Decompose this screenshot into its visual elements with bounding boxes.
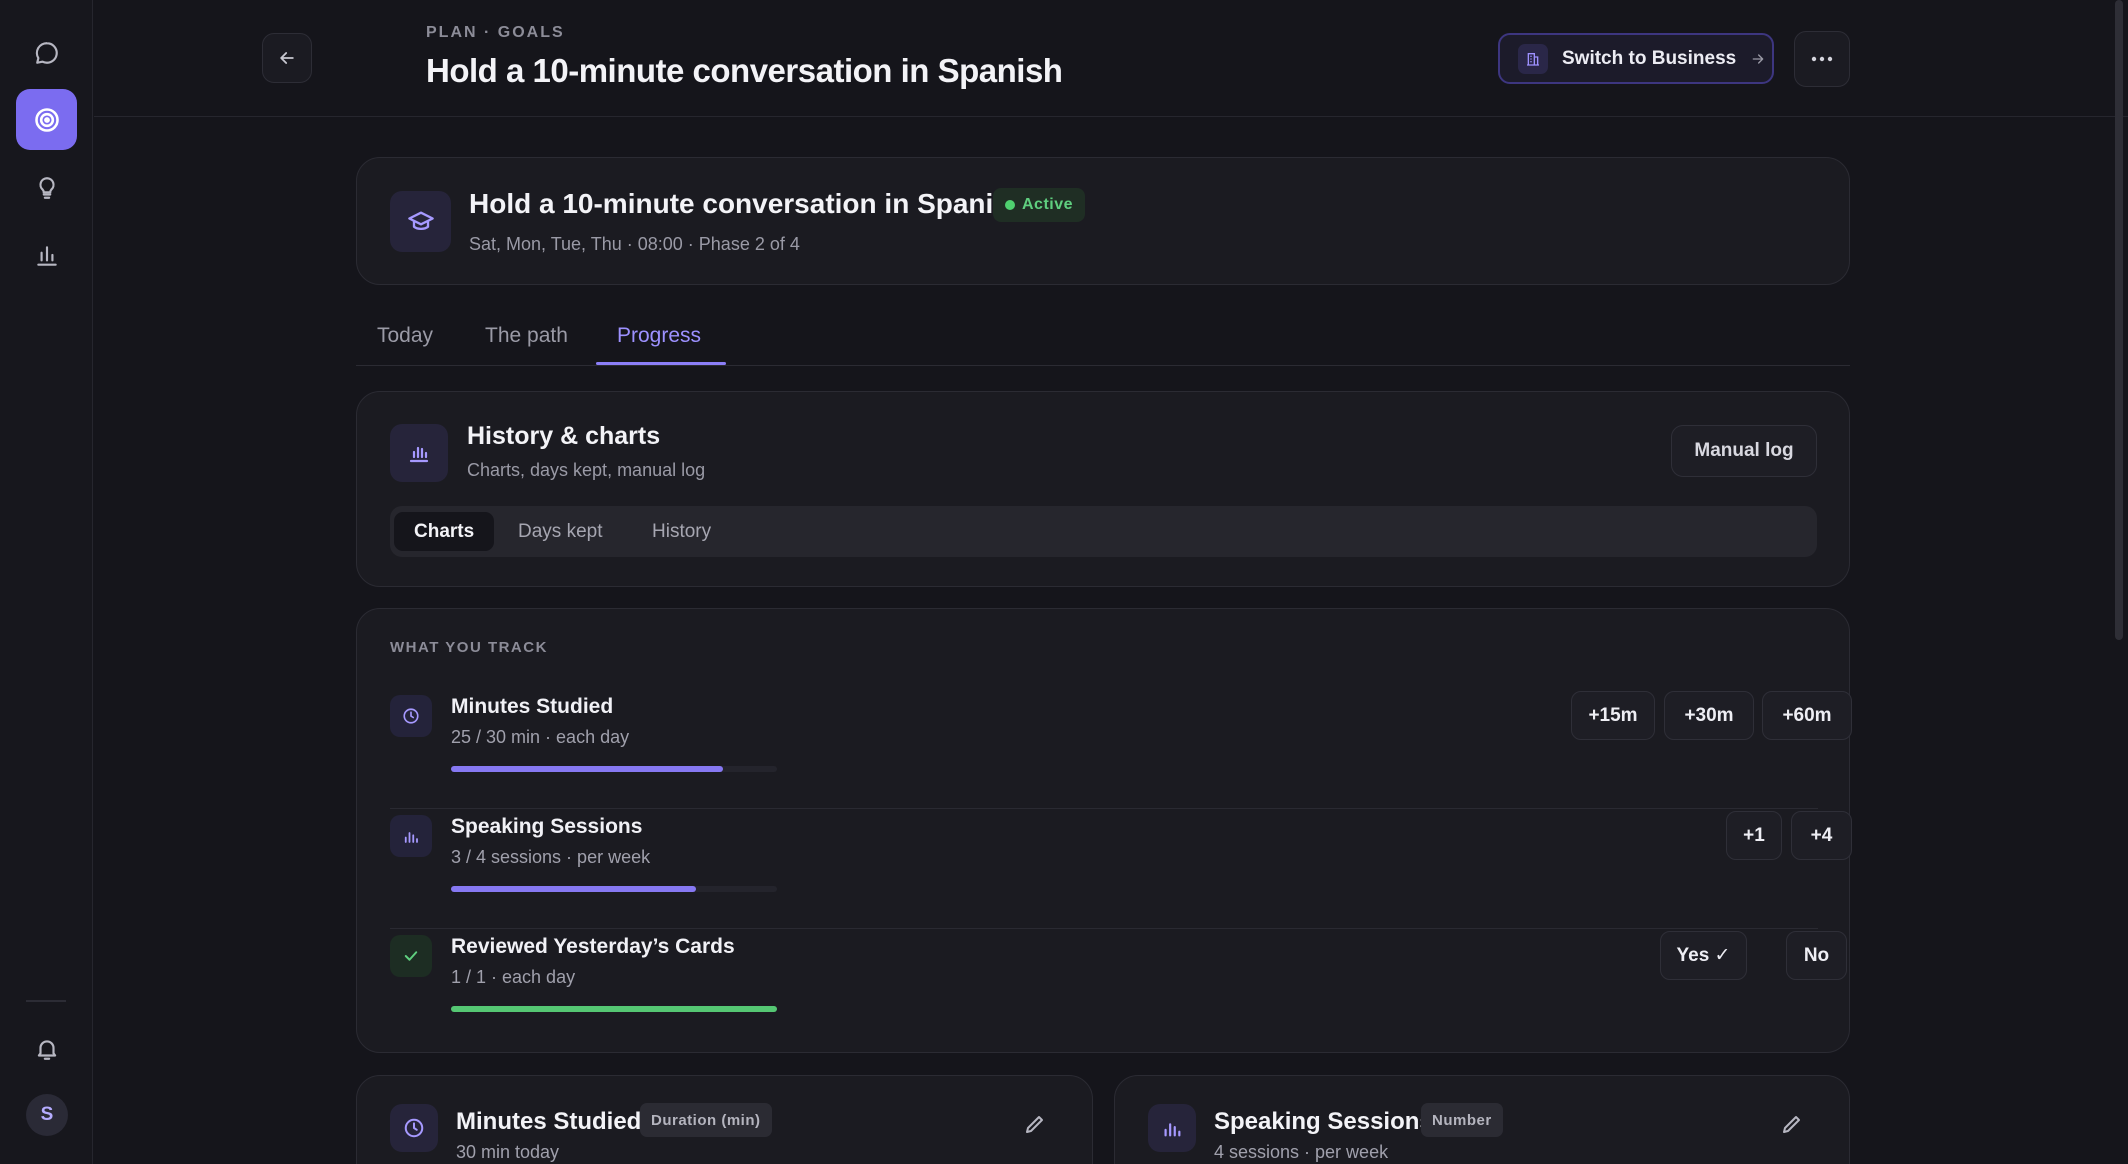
pencil-icon[interactable]: [1780, 1112, 1804, 1136]
metric-title: Reviewed Yesterday’s Cards: [451, 935, 735, 958]
switch-to-business-label: Switch to Business: [1562, 47, 1737, 69]
chat-icon[interactable]: [16, 22, 77, 83]
rail-divider: [26, 1000, 66, 1002]
switch-to-business-button[interactable]: Switch to Business: [1498, 33, 1774, 84]
type-badge: Number: [1421, 1103, 1503, 1137]
avatar[interactable]: S: [26, 1094, 68, 1136]
metric-progress-bar: [451, 766, 777, 772]
metric-row: Minutes Studied 25 / 30 min · each day +…: [390, 689, 1852, 809]
more-dots-icon: [1811, 56, 1833, 62]
breadcrumb: PLAN · GOALS: [426, 24, 565, 41]
segment-history[interactable]: History: [652, 512, 711, 551]
detail-card-title: Minutes Studied: [456, 1108, 642, 1135]
tab-the-path[interactable]: The path: [485, 324, 568, 348]
metric-progress-fill: [451, 1006, 777, 1012]
status-dot-icon: [1005, 200, 1015, 210]
history-title: History & charts: [467, 422, 661, 450]
status-label: Active: [1022, 196, 1074, 213]
building-icon: [1518, 43, 1548, 74]
pencil-icon[interactable]: [1023, 1112, 1047, 1136]
add-4-button[interactable]: +4: [1791, 811, 1852, 860]
metric-title: Minutes Studied: [451, 695, 614, 718]
add-15m-button[interactable]: +15m: [1571, 691, 1655, 740]
clock-icon: [390, 695, 432, 737]
manual-log-button[interactable]: Manual log: [1671, 425, 1817, 477]
active-tab-indicator: [596, 362, 726, 365]
add-30m-button[interactable]: +30m: [1664, 691, 1754, 740]
metric-detail-card: Speaking Sessions Number 4 sessions · pe…: [1114, 1075, 1850, 1164]
segment-days-kept[interactable]: Days kept: [518, 512, 602, 551]
bar-chart-icon: [1148, 1104, 1196, 1152]
metric-row: Speaking Sessions 3 / 4 sessions · per w…: [390, 809, 1852, 929]
no-button[interactable]: No: [1786, 931, 1847, 980]
tab-progress[interactable]: Progress: [617, 324, 701, 348]
arrow-right-icon: [1752, 53, 1764, 64]
metric-progress-fill: [451, 766, 723, 772]
target-icon[interactable]: [16, 89, 77, 150]
detail-card-subtitle: 30 min today: [456, 1142, 560, 1162]
goal-tabs: Today The path Progress: [356, 318, 1850, 366]
bar-chart-icon: [390, 424, 448, 482]
more-options-button[interactable]: [1794, 31, 1850, 87]
metric-subtitle: 25 / 30 min · each day: [451, 727, 630, 747]
scrollbar[interactable]: [2115, 0, 2123, 640]
bell-icon[interactable]: [16, 1018, 77, 1079]
bar-chart-icon[interactable]: [16, 225, 77, 286]
bar-chart-icon: [390, 815, 432, 857]
tab-today[interactable]: Today: [377, 324, 433, 348]
metric-subtitle: 1 / 1 · each day: [451, 967, 576, 987]
history-segmented-control: Charts Days kept History: [390, 506, 1817, 557]
arrow-left-icon: [280, 52, 294, 64]
graduation-cap-icon: [390, 191, 451, 252]
metric-progress-bar: [451, 1006, 777, 1012]
sidebar-rail: S: [0, 0, 93, 1164]
metric-subtitle: 3 / 4 sessions · per week: [451, 847, 651, 867]
history-card: History & charts Charts, days kept, manu…: [356, 391, 1850, 587]
metric-row: Reviewed Yesterday’s Cards 1 / 1 · each …: [390, 929, 1847, 1049]
goal-schedule: Sat, Mon, Tue, Thu · 08:00 · Phase 2 of …: [469, 234, 800, 254]
segment-charts[interactable]: Charts: [394, 512, 495, 551]
clock-icon: [390, 1104, 438, 1152]
add-60m-button[interactable]: +60m: [1762, 691, 1852, 740]
check-icon: [390, 935, 432, 977]
metric-progress-fill: [451, 886, 696, 892]
metric-detail-card: Minutes Studied Duration (min) 30 min to…: [356, 1075, 1093, 1164]
metric-title: Speaking Sessions: [451, 815, 643, 838]
add-1-button[interactable]: +1: [1726, 811, 1782, 860]
type-badge: Duration (min): [640, 1103, 772, 1137]
lightbulb-icon[interactable]: [16, 157, 77, 218]
page-title: Hold a 10-minute conversation in Spanish: [426, 52, 1063, 89]
goal-title: Hold a 10-minute conversation in Spanish: [469, 188, 1026, 219]
detail-card-subtitle: 4 sessions · per week: [1214, 1142, 1389, 1162]
goal-card: Hold a 10-minute conversation in Spanish…: [356, 157, 1850, 285]
status-badge: Active: [993, 188, 1086, 222]
tracking-section-label: WHAT YOU TRACK: [390, 639, 548, 656]
metric-progress-bar: [451, 886, 777, 892]
back-button[interactable]: [262, 33, 312, 83]
tracking-card: WHAT YOU TRACK Minutes Studied 25 / 30 m…: [356, 608, 1852, 1053]
detail-card-title: Speaking Sessions: [1214, 1108, 1433, 1135]
yes-button[interactable]: Yes ✓: [1660, 931, 1747, 980]
history-subtitle: Charts, days kept, manual log: [467, 460, 706, 480]
